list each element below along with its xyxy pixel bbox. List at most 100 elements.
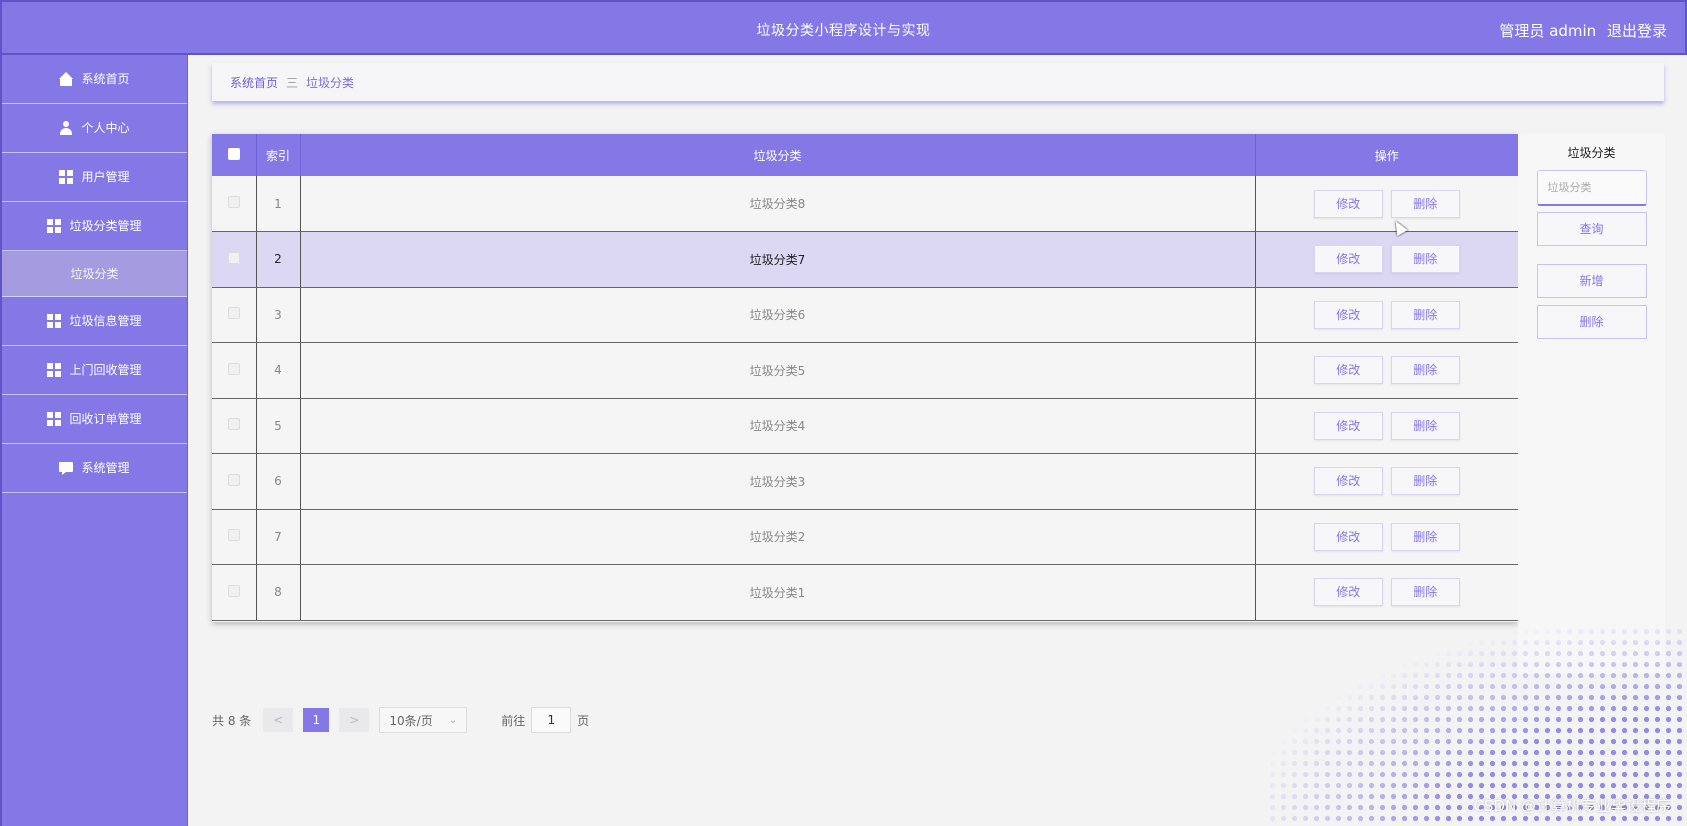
sidebar-item-pickup-management[interactable]: 上门回收管理 <box>2 346 187 395</box>
row-index: 2 <box>256 231 301 288</box>
edit-button[interactable]: 修改 <box>1313 189 1383 218</box>
query-button[interactable]: 查询 <box>1536 212 1647 246</box>
delete-button[interactable]: 删除 <box>1390 578 1460 607</box>
total-count: 共 8 条 <box>212 713 252 728</box>
watermark: CSDN @计算机专业毕设程序 <box>1473 797 1671 815</box>
breadcrumb-separator: 三 <box>286 75 299 90</box>
sidebar-item-label: 垃圾分类管理 <box>69 219 142 233</box>
row-ops: 修改 删除 <box>1255 564 1518 621</box>
row-category: 垃圾分类1 <box>300 564 1256 621</box>
row-index: 8 <box>256 564 301 621</box>
sidebar-item-system[interactable]: 系统管理 <box>2 444 187 493</box>
edit-button[interactable]: 修改 <box>1313 578 1383 607</box>
sidebar-item-profile[interactable]: 个人中心 <box>2 104 187 153</box>
delete-button[interactable]: 删除 <box>1390 356 1460 385</box>
row-index: 6 <box>256 453 301 510</box>
row-index: 1 <box>256 176 301 232</box>
row-checkbox[interactable] <box>227 362 240 375</box>
logout-link[interactable]: 退出登录 <box>1607 22 1667 40</box>
row-checkbox[interactable] <box>227 529 240 542</box>
row-index: 5 <box>256 398 301 454</box>
sidebar-item-home[interactable]: 系统首页 <box>2 55 187 104</box>
breadcrumb: 系统首页 三 垃圾分类 <box>212 63 1664 101</box>
page-unit-label: 页 <box>577 713 590 728</box>
goto-page-input[interactable] <box>531 707 572 733</box>
sidebar-item-label: 系统首页 <box>81 72 130 86</box>
sidebar-item-label: 用户管理 <box>81 170 130 184</box>
add-button[interactable]: 新增 <box>1536 264 1647 298</box>
breadcrumb-home[interactable]: 系统首页 <box>230 74 278 91</box>
row-category: 垃圾分类5 <box>300 342 1256 399</box>
edit-button[interactable]: 修改 <box>1313 300 1383 329</box>
delete-button[interactable]: 删除 <box>1390 411 1460 440</box>
sidebar-subitem-category[interactable]: 垃圾分类 <box>2 251 187 297</box>
row-checkbox[interactable] <box>227 251 240 264</box>
home-icon <box>59 72 74 86</box>
row-checkbox[interactable] <box>227 418 240 431</box>
row-select-cell <box>212 564 257 621</box>
select-all-checkbox[interactable] <box>227 147 240 160</box>
user-icon <box>59 121 73 135</box>
row-select-cell <box>212 231 257 288</box>
row-checkbox[interactable] <box>227 473 240 486</box>
page-size-select[interactable]: 10条/页 ⌄ <box>379 707 468 733</box>
grid-icon <box>47 219 62 233</box>
delete-button[interactable]: 删除 <box>1390 522 1460 551</box>
page-number-button[interactable]: 1 <box>303 708 330 732</box>
delete-button[interactable]: 删除 <box>1390 245 1460 274</box>
edit-button[interactable]: 修改 <box>1313 467 1383 496</box>
sidebar-item-label: 上门回收管理 <box>69 363 142 377</box>
row-select-cell <box>212 176 257 232</box>
grid-icon <box>47 412 62 426</box>
row-checkbox[interactable] <box>227 584 240 597</box>
row-category: 垃圾分类6 <box>300 287 1256 343</box>
grid-icon <box>59 170 74 184</box>
row-index: 3 <box>256 287 301 343</box>
prev-page-button[interactable]: < <box>263 708 294 732</box>
batch-delete-button[interactable]: 删除 <box>1536 305 1647 339</box>
row-select-cell <box>212 398 257 454</box>
sidebar-item-label: 回收订单管理 <box>69 412 142 426</box>
row-ops: 修改 删除 <box>1255 509 1518 565</box>
header-index: 索引 <box>256 134 301 176</box>
sidebar-item-order-management[interactable]: 回收订单管理 <box>2 395 187 444</box>
chat-icon <box>59 461 74 475</box>
sidebar-item-info-management[interactable]: 垃圾信息管理 <box>2 297 187 346</box>
delete-button[interactable]: 删除 <box>1390 467 1460 496</box>
edit-button[interactable]: 修改 <box>1313 245 1383 274</box>
sidebar: 系统首页 个人中心 用户管理 垃圾分类管理 垃圾分类 垃圾信息管理 上门回收管理… <box>0 55 188 826</box>
table-row: 4 垃圾分类5 修改 删除 <box>212 342 1518 399</box>
table-row: 2 垃圾分类7 修改 删除 <box>212 231 1518 288</box>
top-header: 垃圾分类小程序设计与实现 管理员 admin 退出登录 <box>0 0 1687 55</box>
table-row: 8 垃圾分类1 修改 删除 <box>212 564 1518 621</box>
sidebar-item-label: 垃圾信息管理 <box>69 314 142 328</box>
row-checkbox[interactable] <box>227 196 240 208</box>
row-category: 垃圾分类8 <box>300 176 1256 232</box>
delete-button[interactable]: 删除 <box>1390 189 1460 218</box>
row-category: 垃圾分类3 <box>300 453 1256 510</box>
chevron-down-icon: ⌄ <box>448 714 458 726</box>
next-page-button[interactable]: > <box>339 708 370 732</box>
row-select-cell <box>212 453 257 510</box>
table-header-row: 索引 垃圾分类 操作 <box>212 134 1518 176</box>
search-label: 垃圾分类 <box>1567 146 1616 160</box>
row-checkbox[interactable] <box>227 307 240 320</box>
category-search-input[interactable] <box>1536 170 1647 206</box>
user-name: 管理员 admin <box>1499 22 1597 40</box>
row-ops: 修改 删除 <box>1255 176 1518 232</box>
sidebar-item-label: 个人中心 <box>81 121 130 135</box>
search-panel: 垃圾分类 查询 新增 删除 <box>1518 134 1665 674</box>
sidebar-item-label: 系统管理 <box>81 461 130 475</box>
sidebar-item-category-management[interactable]: 垃圾分类管理 <box>2 202 187 251</box>
row-category: 垃圾分类2 <box>300 509 1256 565</box>
app-title: 垃圾分类小程序设计与实现 <box>756 23 931 39</box>
table-row: 1 垃圾分类8 修改 删除 <box>212 176 1518 232</box>
row-ops: 修改 删除 <box>1255 342 1518 399</box>
table-row: 3 垃圾分类6 修改 删除 <box>212 287 1518 343</box>
delete-button[interactable]: 删除 <box>1390 300 1460 329</box>
sidebar-item-user-management[interactable]: 用户管理 <box>2 153 187 202</box>
edit-button[interactable]: 修改 <box>1313 411 1383 440</box>
goto-label: 前往 <box>501 713 526 728</box>
edit-button[interactable]: 修改 <box>1313 522 1383 551</box>
edit-button[interactable]: 修改 <box>1313 356 1383 385</box>
